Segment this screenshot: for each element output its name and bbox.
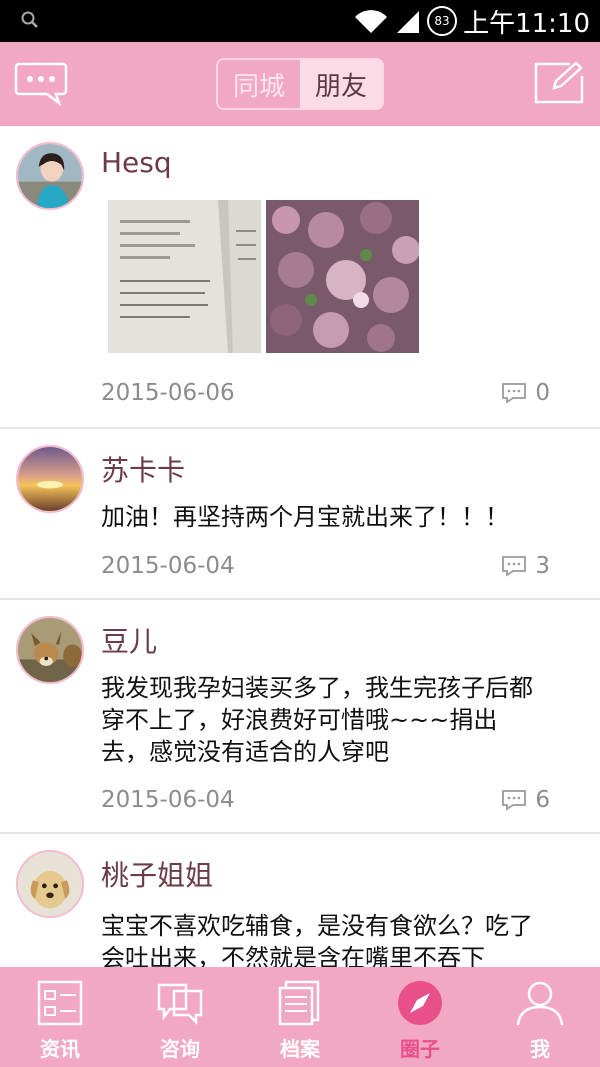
feed-post[interactable]: 苏卡卡 加油！再坚持两个月宝就出来了！！！ 2015-06-04 3 (0, 429, 600, 600)
battery-icon: 83 (427, 6, 458, 36)
sunset-photo (18, 447, 82, 511)
comment-icon (502, 383, 527, 404)
avatar[interactable] (16, 142, 84, 210)
tab-label: 圈子 (400, 1037, 440, 1061)
post-date: 2015-06-06 (101, 380, 235, 406)
bottom-tab-bar: 资讯 咨询 档案 圈子 我 (0, 967, 600, 1067)
messages-button[interactable] (14, 60, 68, 107)
tab-label: 咨询 (160, 1037, 200, 1061)
post-text: 宝宝不喜欢吃辅食，是没有食欲么？吃了 会吐出来，不然就是含在嘴里不吞下 (101, 910, 587, 967)
tab-circle[interactable]: 圈子 (360, 967, 480, 1067)
post-text-line: 穿不上了，好浪费好可惜哦~~~捐出 (101, 706, 498, 734)
profile-icon (516, 981, 564, 1026)
post-photo[interactable] (266, 200, 419, 353)
avatar[interactable] (16, 850, 84, 918)
comment-button[interactable]: 3 (501, 553, 550, 579)
tab-label: 资讯 (40, 1037, 80, 1061)
dog-photo (18, 618, 82, 682)
comment-icon (502, 790, 527, 811)
tab-archive[interactable]: 档案 (240, 967, 360, 1067)
compass-icon (398, 981, 442, 1025)
tab-me[interactable]: 我 (480, 967, 600, 1067)
post-photo[interactable] (108, 200, 261, 353)
compose-icon (534, 61, 584, 104)
tab-label: 我 (530, 1037, 550, 1061)
author-name[interactable]: Hesq (101, 146, 172, 179)
consult-icon (157, 983, 203, 1026)
user-photo (18, 144, 82, 208)
feed-post[interactable]: Hesq 2015-06-06 0 (0, 126, 600, 429)
chat-bubble-icon (14, 62, 68, 107)
comment-count: 3 (535, 553, 550, 579)
tab-consult[interactable]: 咨询 (120, 967, 240, 1067)
avatar[interactable] (16, 445, 84, 513)
tab-label: 档案 (280, 1037, 320, 1061)
clock: 上午11:10 (463, 8, 590, 39)
author-name[interactable]: 苏卡卡 (101, 449, 185, 489)
comment-button[interactable]: 0 (501, 380, 550, 406)
avatar[interactable] (16, 616, 84, 684)
author-name[interactable]: 豆儿 (101, 620, 157, 660)
battery-level: 83 (434, 14, 450, 28)
post-text-line: 会吐出来，不然就是含在嘴里不吞下 (101, 944, 485, 967)
comment-button[interactable]: 6 (501, 787, 550, 813)
post-text: 我发现我孕妇装买多了，我生完孩子后都 穿不上了，好浪费好可惜哦~~~捐出 去，感… (101, 672, 587, 768)
puppy-photo (18, 852, 82, 916)
status-bar: 83 上午11:10 (0, 0, 600, 42)
news-icon (37, 980, 83, 1026)
photo-grid (108, 200, 419, 353)
search-icon (21, 11, 38, 28)
book-photo (108, 200, 261, 353)
top-bar: 同城 朋友 (0, 42, 600, 126)
tab-news[interactable]: 资讯 (0, 967, 120, 1067)
friends-feed: Hesq 2015-06-06 0 苏卡卡 加油！再坚持两个月宝就出来了！！！ … (0, 126, 600, 967)
post-date: 2015-06-04 (101, 787, 235, 813)
signal-icon (397, 11, 420, 33)
comment-count: 0 (535, 380, 550, 406)
comment-icon (502, 556, 527, 577)
post-text-line: 我发现我孕妇装买多了，我生完孩子后都 (101, 674, 533, 702)
wifi-icon (355, 10, 388, 33)
tab-friends[interactable]: 朋友 (300, 60, 382, 108)
feed-post[interactable]: 桃子姐姐 宝宝不喜欢吃辅食，是没有食欲么？吃了 会吐出来，不然就是含在嘴里不吞下 (0, 834, 600, 967)
tab-local[interactable]: 同城 (218, 60, 300, 108)
post-text-line: 去，感觉没有适合的人穿吧 (101, 738, 389, 766)
post-date: 2015-06-04 (101, 553, 235, 579)
feed-switch: 同城 朋友 (216, 58, 384, 110)
archive-icon (278, 980, 320, 1026)
comment-count: 6 (535, 787, 550, 813)
feed-post[interactable]: 豆儿 我发现我孕妇装买多了，我生完孩子后都 穿不上了，好浪费好可惜哦~~~捐出 … (0, 600, 600, 834)
post-text-line: 宝宝不喜欢吃辅食，是没有食欲么？吃了 (101, 912, 533, 940)
post-text: 加油！再坚持两个月宝就出来了！！！ (101, 503, 509, 531)
flower-photo (266, 200, 419, 353)
author-name[interactable]: 桃子姐姐 (101, 854, 213, 894)
compose-button[interactable] (532, 60, 586, 106)
